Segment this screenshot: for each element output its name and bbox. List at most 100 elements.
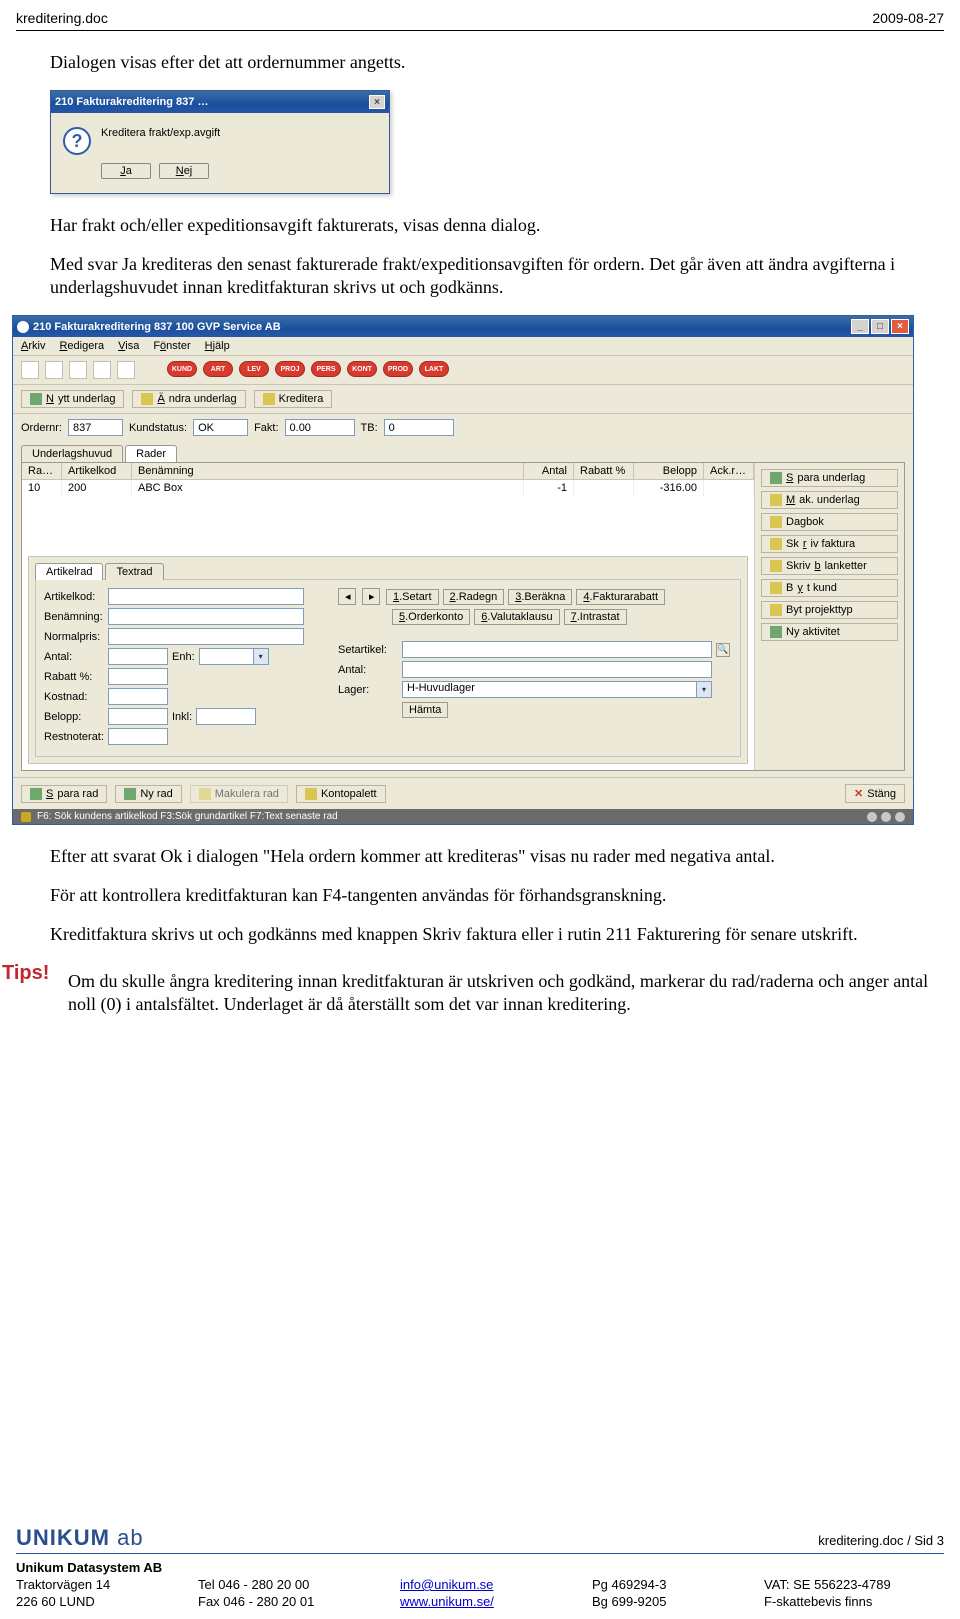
maximize-icon[interactable]: □ (871, 319, 889, 334)
col-antal[interactable]: Antal (524, 463, 574, 479)
pill-kont[interactable]: KONT (347, 361, 377, 377)
enh-combo[interactable]: ▾ (199, 648, 269, 665)
col-belopp[interactable]: Belopp (634, 463, 704, 479)
restnoterat-input[interactable] (108, 728, 168, 745)
mak-underlag-button[interactable]: Mak. underlag (761, 491, 898, 509)
close-window-icon[interactable]: × (891, 319, 909, 334)
pill-proj[interactable]: PROJ (275, 361, 305, 377)
kostnad-input[interactable] (108, 688, 168, 705)
artikelkod-label: Artikelkod: (44, 591, 104, 603)
fax: Fax 046 - 280 20 01 (198, 1594, 388, 1609)
btn-berakna[interactable]: 3.Beräkna (508, 589, 572, 605)
col-rabatt[interactable]: Rabatt % (574, 463, 634, 479)
rabatt-input[interactable] (108, 668, 168, 685)
antal-input[interactable] (108, 648, 168, 665)
menu-redigera[interactable]: Redigera (59, 340, 104, 352)
andra-underlag-button[interactable]: Ändra underlag (132, 390, 245, 408)
btn-valutaklausu[interactable]: 6.Valutaklausu (474, 609, 559, 625)
btn-radegn[interactable]: 2.Radegn (443, 589, 505, 605)
toolbar-icon[interactable] (69, 361, 87, 379)
toolbar-icon[interactable] (21, 361, 39, 379)
dagbok-button[interactable]: Dagbok (761, 513, 898, 531)
skriv-blanketter-button[interactable]: Skriv blanketter (761, 557, 898, 575)
skriv-faktura-button[interactable]: Skriv faktura (761, 535, 898, 553)
tab-textrad[interactable]: Textrad (105, 563, 163, 580)
no-button[interactable]: Nej (159, 163, 209, 179)
kontopalett-button[interactable]: Kontopalett (296, 785, 386, 803)
pill-art[interactable]: ART (203, 361, 233, 377)
tb-input[interactable] (384, 419, 454, 436)
ordernr-input[interactable] (68, 419, 123, 436)
pill-prod[interactable]: PROD (383, 361, 413, 377)
kreditera-button[interactable]: Kreditera (254, 390, 333, 408)
inkl-label: Inkl: (172, 711, 192, 723)
app-titlebar[interactable]: 210 Fakturakreditering 837 100 GVP Servi… (13, 316, 913, 337)
toolbar-icon[interactable] (117, 361, 135, 379)
antal2-input[interactable] (402, 661, 712, 678)
byt-projekttyp-button[interactable]: Byt projekttyp (761, 601, 898, 619)
tab-underlagshuvud[interactable]: Underlagshuvud (21, 445, 123, 462)
pill-kund[interactable]: KUND (167, 361, 197, 377)
kundstatus-input[interactable] (193, 419, 248, 436)
inkl-input[interactable] (196, 708, 256, 725)
col-benamning[interactable]: Benämning (132, 463, 524, 479)
btn-intrastat[interactable]: 7.Intrastat (564, 609, 627, 625)
btn-orderkonto[interactable]: 5.Orderkonto (392, 609, 470, 625)
table-row[interactable]: 10 200 ABC Box -1 -316.00 (22, 480, 754, 496)
app-icon (17, 321, 29, 333)
toolbar-icon[interactable] (93, 361, 111, 379)
menu-hjalp[interactable]: Hjälp (205, 340, 230, 352)
menu-arkiv[interactable]: Arkiv (21, 340, 45, 352)
app-title: 210 Fakturakreditering 837 100 GVP Servi… (33, 321, 281, 333)
col-ack[interactable]: Ack.r… (704, 463, 754, 479)
pill-pers[interactable]: PERS (311, 361, 341, 377)
spara-rad-button[interactable]: Spara rad (21, 785, 107, 803)
tab-artikelrad[interactable]: Artikelrad (35, 563, 103, 580)
ny-rad-button[interactable]: Ny rad (115, 785, 181, 803)
pill-lev[interactable]: LEV (239, 361, 269, 377)
col-artikelkod[interactable]: Artikelkod (62, 463, 132, 479)
belopp-input[interactable] (108, 708, 168, 725)
benamning-input[interactable] (108, 608, 304, 625)
footer-rule (16, 1553, 944, 1554)
doc-name: kreditering.doc (16, 10, 108, 26)
nytt-underlag-button[interactable]: Nytt underlag (21, 390, 124, 408)
status-bar: F6: Sök kundens artikelkod F3:Sök grunda… (13, 809, 913, 824)
normalpris-input[interactable] (108, 628, 304, 645)
tab-rader[interactable]: Rader (125, 445, 177, 462)
setartikel-input[interactable] (402, 641, 712, 658)
page-footer: UNIKUM ab kreditering.doc / Sid 3 Unikum… (0, 1525, 960, 1609)
vat: VAT: SE 556223-4789 (764, 1577, 944, 1592)
hamta-button[interactable]: Hämta (402, 702, 448, 718)
prev-icon[interactable]: ◂ (338, 588, 356, 605)
kundstatus-label: Kundstatus: (129, 422, 187, 434)
spara-underlag-button[interactable]: Spara underlag (761, 469, 898, 487)
lager-combo[interactable]: H-Huvudlager▾ (402, 681, 712, 698)
btn-fakturarabatt[interactable]: 4.Fakturarabatt (576, 589, 665, 605)
menu-fonster[interactable]: Fönster (153, 340, 190, 352)
btn-setart[interactable]: 1.Setart (386, 589, 439, 605)
right-button-pane: Spara underlag Mak. underlag Dagbok Skri… (754, 463, 904, 770)
footer-columns: Unikum Datasystem AB Traktorvägen 14 Tel… (16, 1560, 944, 1609)
menu-visa[interactable]: Visa (118, 340, 139, 352)
dialog-titlebar[interactable]: 210 Fakturakreditering 837 … × (51, 91, 389, 113)
tb-label: TB: (361, 422, 378, 434)
toolbar-icon[interactable] (45, 361, 63, 379)
close-icon[interactable]: × (369, 95, 385, 109)
artikelkod-input[interactable] (108, 588, 304, 605)
minimize-icon[interactable]: _ (851, 319, 869, 334)
yes-button[interactable]: Ja (101, 163, 151, 179)
stang-button[interactable]: ✕ Stäng (845, 784, 905, 803)
web-link[interactable]: www.unikum.se/ (400, 1594, 494, 1609)
sub-toolbar: Nytt underlag Ändra underlag Kreditera (13, 385, 913, 414)
next-icon[interactable]: ▸ (362, 588, 380, 605)
ny-aktivitet-button[interactable]: Ny aktivitet (761, 623, 898, 641)
email-link[interactable]: info@unikum.se (400, 1577, 493, 1592)
col-ra[interactable]: Ra… (22, 463, 62, 479)
doc-date: 2009-08-27 (872, 10, 944, 26)
pill-lakt[interactable]: LAKT (419, 361, 449, 377)
byt-kund-button[interactable]: Byt kund (761, 579, 898, 597)
fakt-input[interactable] (285, 419, 355, 436)
belopp-label: Belopp: (44, 711, 104, 723)
search-icon[interactable]: 🔍 (716, 643, 730, 657)
